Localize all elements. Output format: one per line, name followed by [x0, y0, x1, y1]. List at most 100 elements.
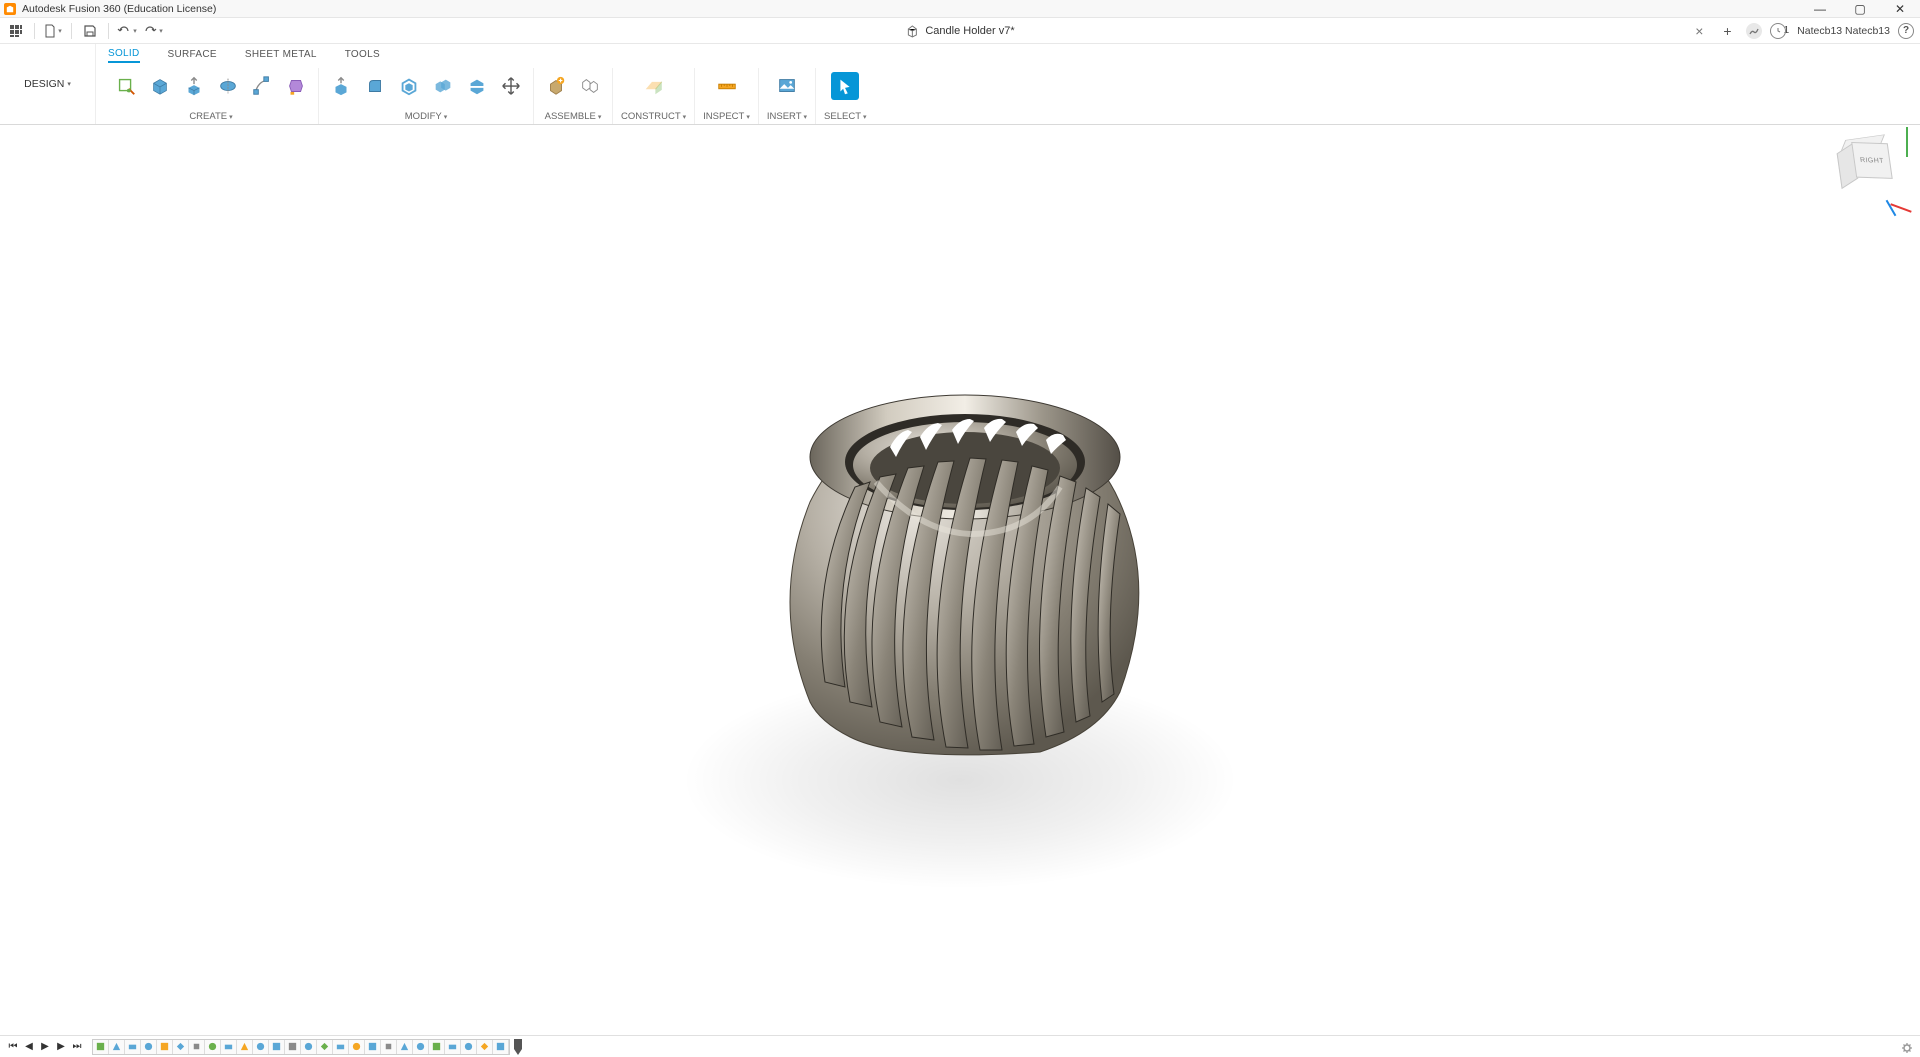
- timeline-feature[interactable]: [125, 1040, 141, 1054]
- move-icon[interactable]: [497, 72, 525, 100]
- select-group-label[interactable]: SELECT: [824, 111, 866, 124]
- timeline-feature[interactable]: [317, 1040, 333, 1054]
- timeline-feature[interactable]: [493, 1040, 509, 1054]
- window-titlebar: Autodesk Fusion 360 (Education License) …: [0, 0, 1920, 18]
- insert-group-label[interactable]: INSERT: [767, 111, 807, 124]
- shell-icon[interactable]: [395, 72, 423, 100]
- form-icon[interactable]: [282, 72, 310, 100]
- workspace-switcher[interactable]: DESIGN: [16, 74, 79, 94]
- timeline-feature[interactable]: [445, 1040, 461, 1054]
- assemble-group-label[interactable]: ASSEMBLE: [545, 111, 602, 124]
- file-menu-button[interactable]: [43, 21, 63, 41]
- timeline-feature[interactable]: [269, 1040, 285, 1054]
- timeline-feature[interactable]: [397, 1040, 413, 1054]
- tab-solid[interactable]: SOLID: [108, 46, 140, 63]
- ribbon-content: SOLID SURFACE SHEET METAL TOOLS: [96, 44, 1920, 124]
- notifications-button[interactable]: 1: [1770, 23, 1790, 39]
- timeline-end-button[interactable]: ⏭: [70, 1040, 84, 1054]
- undo-button[interactable]: [117, 21, 137, 41]
- timeline-feature[interactable]: [237, 1040, 253, 1054]
- combine-icon[interactable]: [429, 72, 457, 100]
- timeline-strip[interactable]: [92, 1039, 510, 1055]
- workspace-label: DESIGN: [24, 78, 64, 90]
- data-panel-button[interactable]: [6, 21, 26, 41]
- split-icon[interactable]: [463, 72, 491, 100]
- axis-y-icon: [1906, 127, 1908, 157]
- viewcube[interactable]: RIGHT: [1840, 133, 1910, 223]
- tab-surface[interactable]: SURFACE: [168, 47, 217, 62]
- measure-icon[interactable]: [713, 72, 741, 100]
- job-status-icon[interactable]: [1746, 23, 1762, 39]
- timeline-feature[interactable]: [301, 1040, 317, 1054]
- qat-right-group: × + 1 Natecb13 Natecb13 ?: [1689, 23, 1914, 39]
- plane-icon[interactable]: [640, 72, 668, 100]
- construct-group-label[interactable]: CONSTRUCT: [621, 111, 686, 124]
- viewcube-right-face[interactable]: RIGHT: [1851, 142, 1893, 179]
- create-group-label[interactable]: CREATE: [189, 111, 232, 124]
- box-icon[interactable]: [146, 72, 174, 100]
- timeline-feature[interactable]: [333, 1040, 349, 1054]
- timeline-feature[interactable]: [221, 1040, 237, 1054]
- timeline-playhead[interactable]: [514, 1038, 522, 1056]
- timeline-feature[interactable]: [93, 1040, 109, 1054]
- fillet-icon[interactable]: [361, 72, 389, 100]
- minimize-button[interactable]: —: [1804, 2, 1836, 16]
- ribbon-groups: CREATE: [96, 64, 1920, 124]
- timeline-feature[interactable]: [429, 1040, 445, 1054]
- timeline-feature[interactable]: [173, 1040, 189, 1054]
- timeline-next-button[interactable]: ▶: [54, 1040, 68, 1054]
- modify-group-label[interactable]: MODIFY: [405, 111, 447, 124]
- timeline-feature[interactable]: [365, 1040, 381, 1054]
- app-title: Autodesk Fusion 360 (Education License): [22, 3, 216, 15]
- revolve-icon[interactable]: [214, 72, 242, 100]
- viewcube-right-label: RIGHT: [1860, 157, 1885, 165]
- save-button[interactable]: [80, 21, 100, 41]
- timeline-feature[interactable]: [477, 1040, 493, 1054]
- timeline-feature[interactable]: [205, 1040, 221, 1054]
- close-window-button[interactable]: ✕: [1884, 2, 1916, 16]
- select-icon[interactable]: [831, 72, 859, 100]
- timeline-feature[interactable]: [141, 1040, 157, 1054]
- quick-access-toolbar: Candle Holder v7* × + 1 Natecb13 Natecb1…: [0, 18, 1920, 44]
- timeline-feature[interactable]: [413, 1040, 429, 1054]
- sweep-icon[interactable]: [248, 72, 276, 100]
- help-button[interactable]: ?: [1898, 23, 1914, 39]
- timeline-settings-icon[interactable]: [1900, 1041, 1914, 1055]
- timeline-feature[interactable]: [349, 1040, 365, 1054]
- extrude-icon[interactable]: [180, 72, 208, 100]
- timeline-bar: ⏮ ◀ ▶ ▶ ⏭: [0, 1035, 1920, 1057]
- window-controls: — ▢ ✕: [1804, 2, 1916, 16]
- redo-button[interactable]: [143, 21, 163, 41]
- viewport-canvas[interactable]: RIGHT: [0, 125, 1920, 1035]
- new-tab-button[interactable]: +: [1717, 23, 1737, 39]
- ribbon-group-modify: MODIFY: [319, 68, 534, 124]
- timeline-feature[interactable]: [381, 1040, 397, 1054]
- inspect-group-label[interactable]: INSPECT: [703, 111, 750, 124]
- new-component-icon[interactable]: [542, 72, 570, 100]
- timeline-start-button[interactable]: ⏮: [6, 1040, 20, 1054]
- timeline-prev-button[interactable]: ◀: [22, 1040, 36, 1054]
- ribbon-tabs: SOLID SURFACE SHEET METAL TOOLS: [96, 44, 1920, 64]
- insert-image-icon[interactable]: [773, 72, 801, 100]
- timeline-play-button[interactable]: ▶: [38, 1040, 52, 1054]
- timeline-feature[interactable]: [253, 1040, 269, 1054]
- document-tab[interactable]: Candle Holder v7*: [905, 24, 1014, 38]
- tab-tools[interactable]: TOOLS: [345, 47, 380, 62]
- timeline-feature[interactable]: [109, 1040, 125, 1054]
- ribbon-group-select: SELECT: [816, 68, 874, 124]
- timeline-play-controls: ⏮ ◀ ▶ ▶ ⏭: [6, 1040, 84, 1054]
- timeline-feature[interactable]: [189, 1040, 205, 1054]
- maximize-button[interactable]: ▢: [1844, 2, 1876, 16]
- axis-z-icon: [1886, 200, 1897, 217]
- sketch-icon[interactable]: [112, 72, 140, 100]
- user-name-label[interactable]: Natecb13 Natecb13: [1797, 25, 1890, 37]
- close-tab-button[interactable]: ×: [1689, 23, 1709, 39]
- joint-icon[interactable]: [576, 72, 604, 100]
- ribbon-group-create: CREATE: [104, 68, 319, 124]
- press-pull-icon[interactable]: [327, 72, 355, 100]
- timeline-feature[interactable]: [285, 1040, 301, 1054]
- app-icon: [4, 3, 16, 15]
- timeline-feature[interactable]: [461, 1040, 477, 1054]
- timeline-feature[interactable]: [157, 1040, 173, 1054]
- tab-sheet-metal[interactable]: SHEET METAL: [245, 47, 317, 62]
